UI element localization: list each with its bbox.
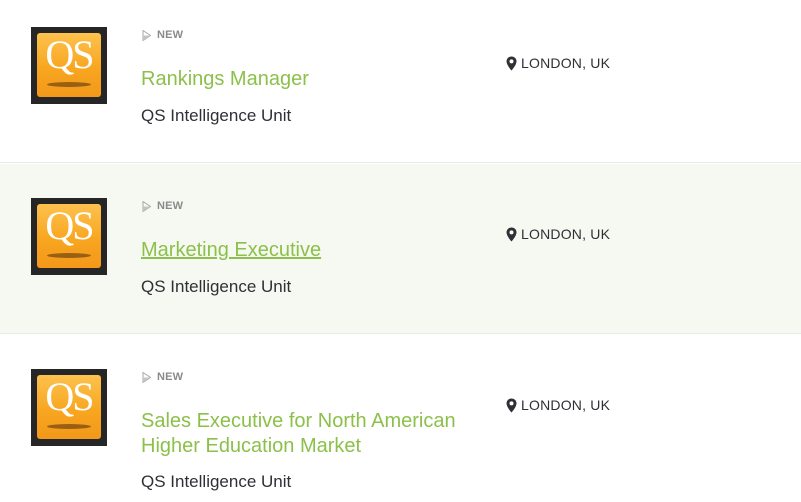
new-badge-label: NEW [157,29,184,41]
job-title-link[interactable]: Marketing Executive [141,238,501,263]
company-logo-badge: QS [37,204,101,268]
logo-text: QS [45,33,94,77]
new-badge: NEW [142,200,183,212]
job-location-label: LONDON, UK [521,226,611,242]
company-name: QS Intelligence Unit [141,472,292,491]
job-location: LONDON, UK [506,226,610,242]
map-pin-icon [506,227,517,241]
company-logo-badge: QS [37,375,101,439]
company-logo-badge: QS [37,33,101,97]
job-location-label: LONDON, UK [521,397,611,413]
new-badge: NEW [142,29,183,41]
company-logo[interactable]: QS [31,198,107,275]
new-badge: NEW [142,371,183,383]
job-row[interactable]: QS NEW Rankings Manager QS Intelligence … [0,0,801,163]
company-logo[interactable]: QS [31,27,107,104]
new-tag-icon [142,371,151,383]
map-pin-icon [506,56,517,70]
logo-text: QS [45,204,94,248]
job-list: QS NEW Rankings Manager QS Intelligence … [0,0,801,502]
new-tag-icon [142,200,151,212]
company-name: QS Intelligence Unit [141,106,292,125]
new-tag-icon [142,29,151,41]
logo-text: QS [45,375,94,419]
logo-swoosh [47,253,91,258]
job-location: LONDON, UK [506,55,610,71]
logo-swoosh [47,424,91,429]
map-pin-icon [506,398,517,412]
logo-swoosh [47,82,91,87]
company-logo[interactable]: QS [31,369,107,446]
job-location-label: LONDON, UK [521,55,611,71]
job-location: LONDON, UK [506,397,610,413]
company-name: QS Intelligence Unit [141,277,292,296]
job-title-link[interactable]: Sales Executive for North American Highe… [141,409,481,459]
job-row[interactable]: QS NEW Sales Executive for North America… [0,335,801,502]
job-title-link[interactable]: Rankings Manager [141,67,501,92]
job-row[interactable]: QS NEW Marketing Executive QS Intelligen… [0,164,801,334]
new-badge-label: NEW [157,200,184,212]
new-badge-label: NEW [157,371,184,383]
